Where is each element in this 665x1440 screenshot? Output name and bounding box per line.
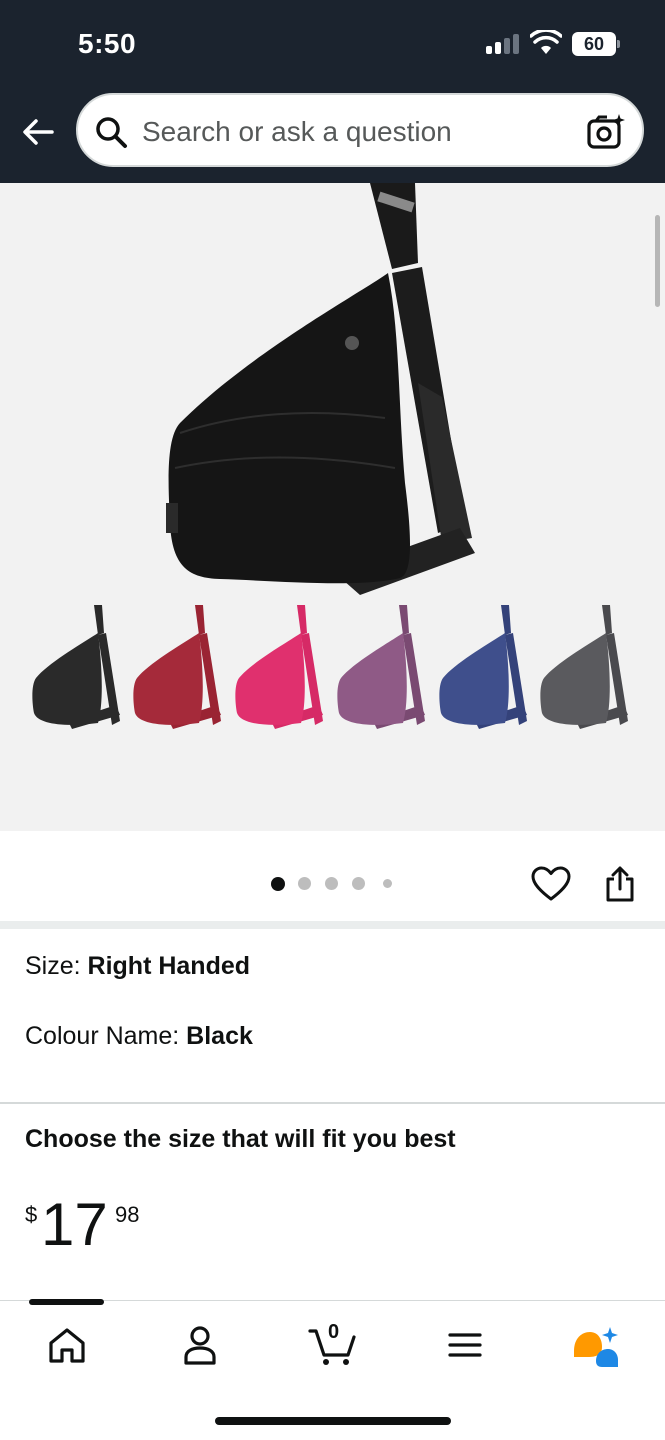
gallery-dot-3[interactable] — [325, 877, 338, 890]
product-image-gallery[interactable] — [0, 183, 665, 831]
home-icon[interactable] — [37, 1323, 97, 1367]
cellular-signal-icon — [486, 34, 520, 54]
section-divider — [0, 921, 665, 929]
cart-button[interactable]: 0 — [302, 1321, 362, 1367]
variant-thumb-navy[interactable] — [435, 603, 530, 733]
size-value: Right Handed — [87, 952, 251, 980]
gallery-dot-2[interactable] — [298, 877, 311, 890]
colour-value: Black — [186, 1022, 253, 1050]
search-bar[interactable] — [76, 93, 644, 167]
top-header: 5:50 60 — [0, 0, 665, 183]
details-divider — [0, 1102, 665, 1104]
account-icon[interactable] — [170, 1323, 230, 1367]
gallery-dot-4[interactable] — [352, 877, 365, 890]
menu-icon[interactable] — [435, 1323, 495, 1367]
status-time: 5:50 — [78, 28, 137, 59]
scroll-indicator[interactable] — [655, 215, 660, 307]
variant-thumb-mauve[interactable] — [333, 603, 428, 733]
colour-label: Colour Name: — [25, 1022, 187, 1050]
size-info: Size: Right Handed — [25, 952, 250, 981]
product-main-image[interactable] — [160, 183, 490, 603]
back-arrow-icon[interactable] — [18, 112, 58, 152]
rufus-assistant-icon[interactable] — [566, 1323, 626, 1367]
camera-search-icon[interactable] — [586, 112, 626, 152]
color-variants-strip — [28, 603, 638, 733]
gallery-controls — [0, 831, 665, 921]
active-tab-indicator — [29, 1299, 104, 1305]
heart-icon[interactable] — [531, 866, 571, 902]
variant-thumb-wine[interactable] — [129, 603, 224, 733]
gallery-dot-1[interactable] — [271, 877, 285, 891]
search-input[interactable] — [142, 112, 562, 152]
share-icon[interactable] — [602, 865, 638, 903]
cart-count: 0 — [328, 1321, 340, 1343]
fit-heading: Choose the size that will fit you best — [25, 1125, 456, 1153]
variant-thumb-black[interactable] — [28, 603, 123, 733]
battery-icon: 60 — [572, 32, 620, 56]
price-currency: $ — [25, 1202, 38, 1227]
price-whole: 17 — [41, 1191, 108, 1258]
colour-info: Colour Name: Black — [25, 1022, 253, 1051]
wifi-icon — [530, 30, 562, 54]
search-icon — [96, 117, 127, 148]
size-label: Size: — [25, 952, 88, 980]
bottom-tab-bar: 0 — [0, 1299, 665, 1440]
battery-level: 60 — [572, 32, 616, 56]
home-indicator — [215, 1417, 451, 1425]
variant-thumb-pink[interactable] — [231, 603, 326, 733]
gallery-dot-5[interactable] — [383, 879, 392, 888]
price-fraction: 98 — [115, 1202, 140, 1227]
variant-thumb-grey[interactable] — [536, 603, 631, 733]
